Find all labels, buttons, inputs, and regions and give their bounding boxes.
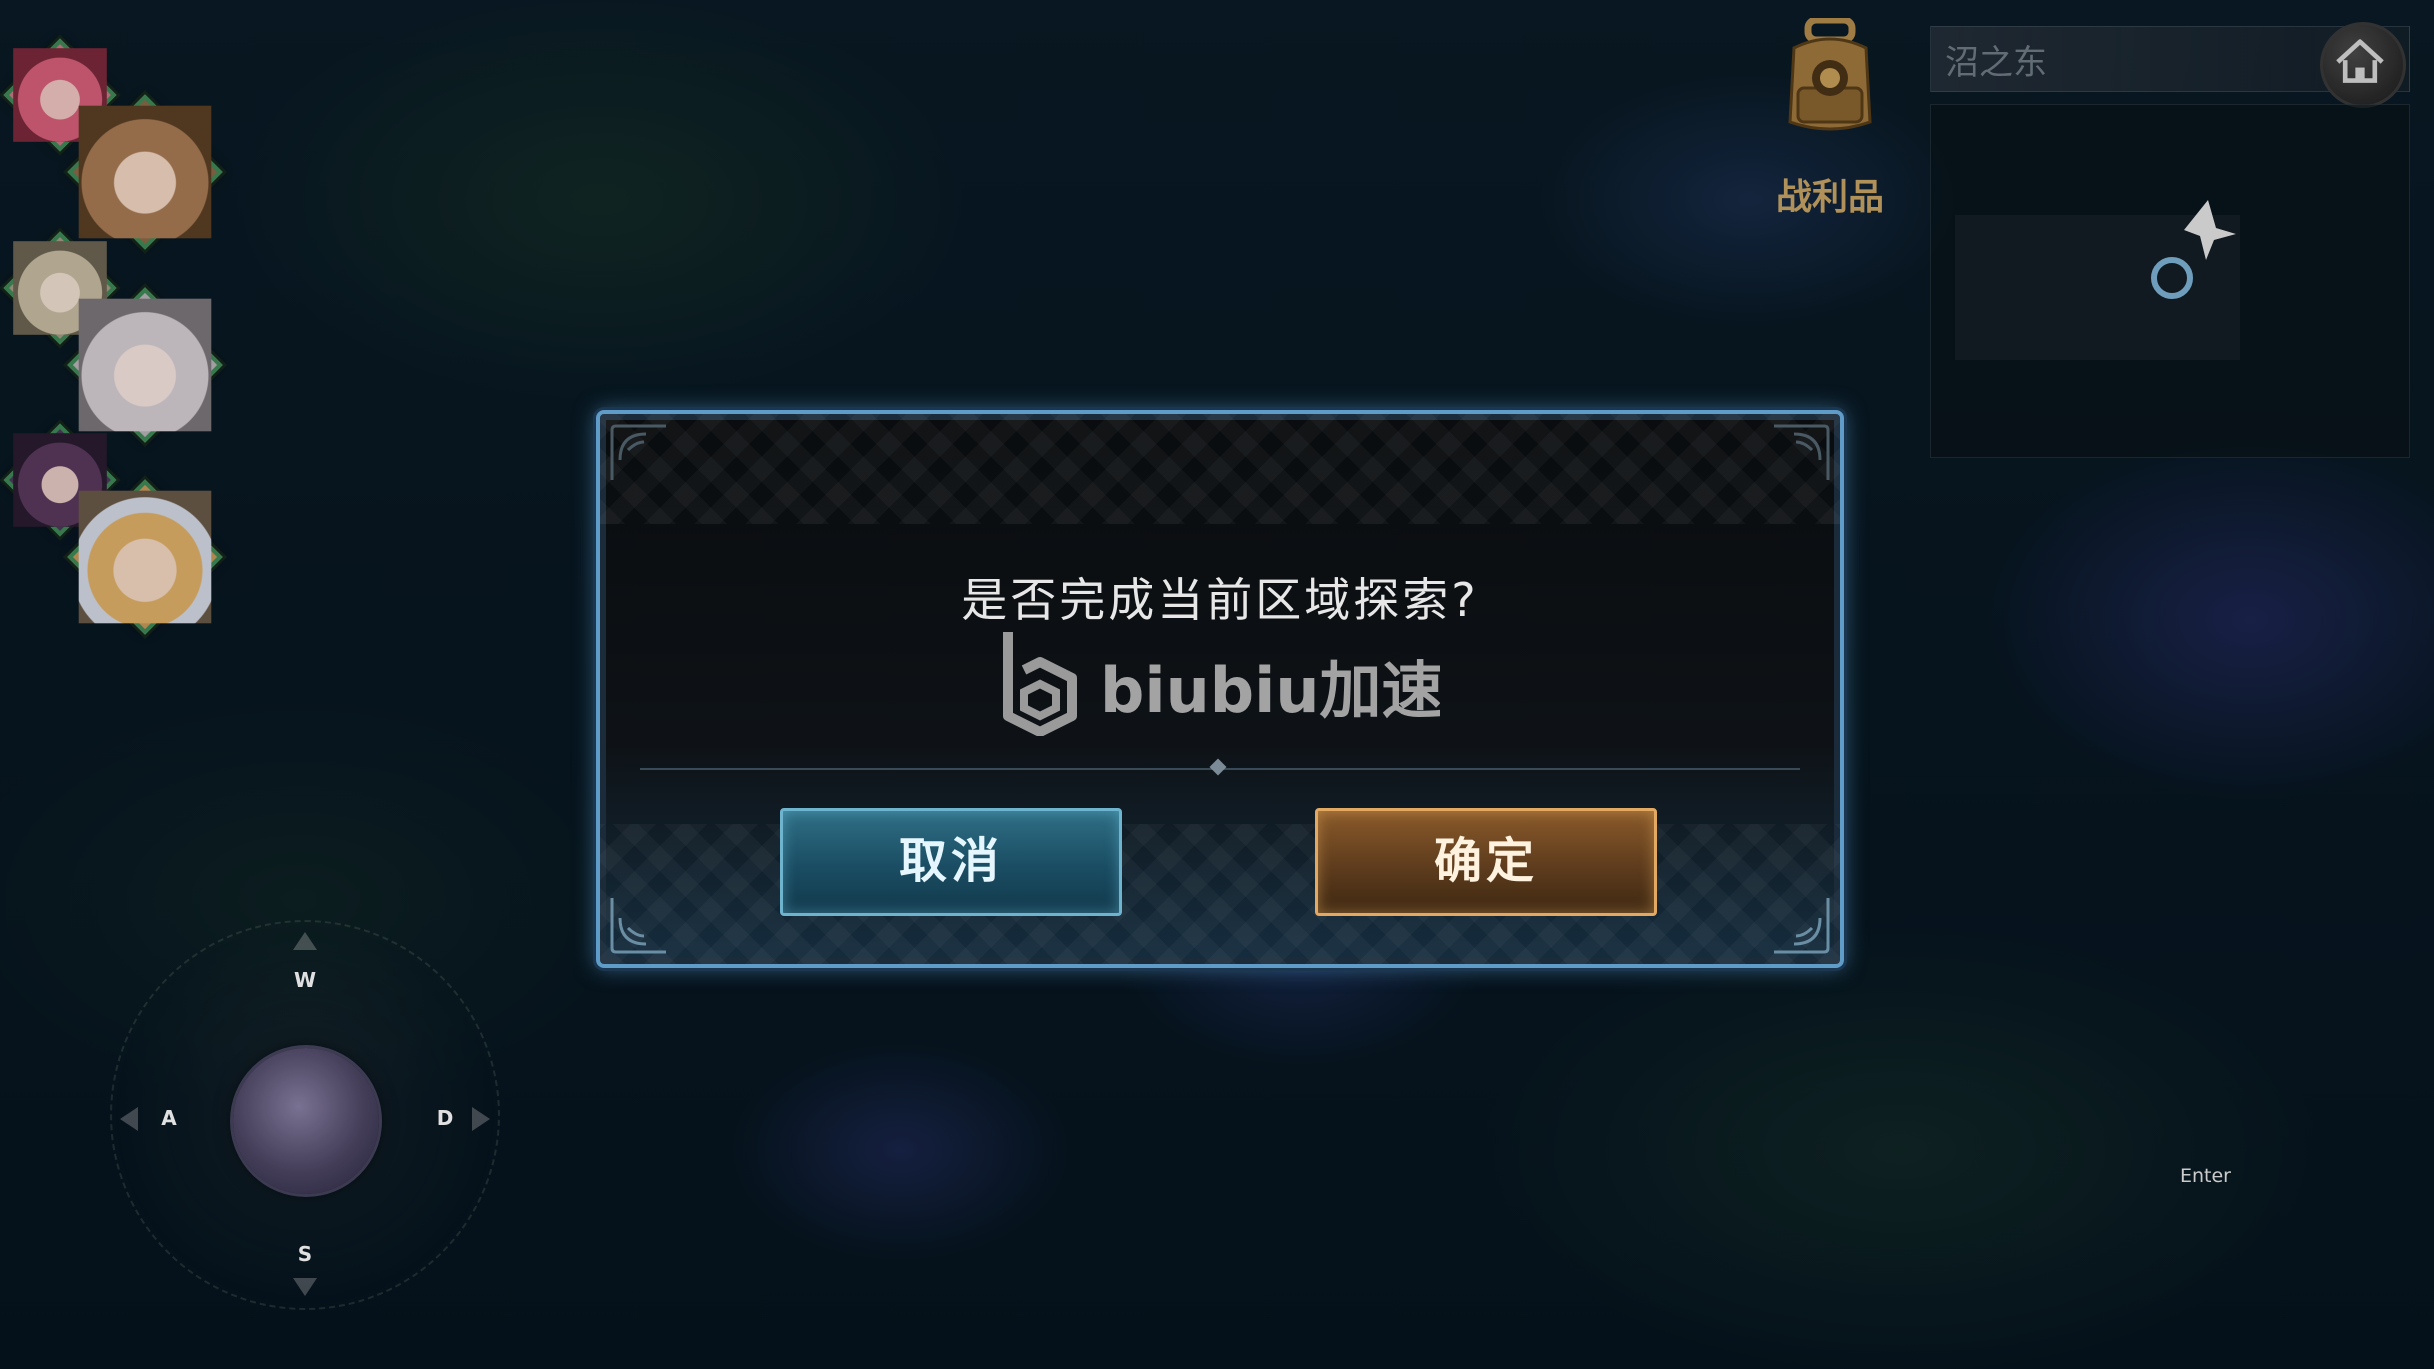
confirm-button[interactable]: 确定 (1315, 808, 1657, 916)
cancel-button[interactable]: 取消 (780, 808, 1122, 916)
biubiu-watermark-logo: biubiu加速器 (1003, 632, 1440, 736)
ornament-top-left-icon (610, 424, 666, 480)
svg-text:biubiu加速器: biubiu加速器 (1100, 654, 1440, 727)
confirm-dialog: 是否完成当前区域探索? biubiu加速器 取消 确定 (596, 410, 1844, 968)
divider-gem (1209, 758, 1227, 776)
dialog-pattern-top (600, 414, 1840, 524)
ornament-bottom-right-icon (1774, 898, 1830, 954)
ornament-top-right-icon (1774, 424, 1830, 480)
ornament-bottom-left-icon (610, 898, 666, 954)
dialog-title: 是否完成当前区域探索? (961, 573, 1479, 627)
